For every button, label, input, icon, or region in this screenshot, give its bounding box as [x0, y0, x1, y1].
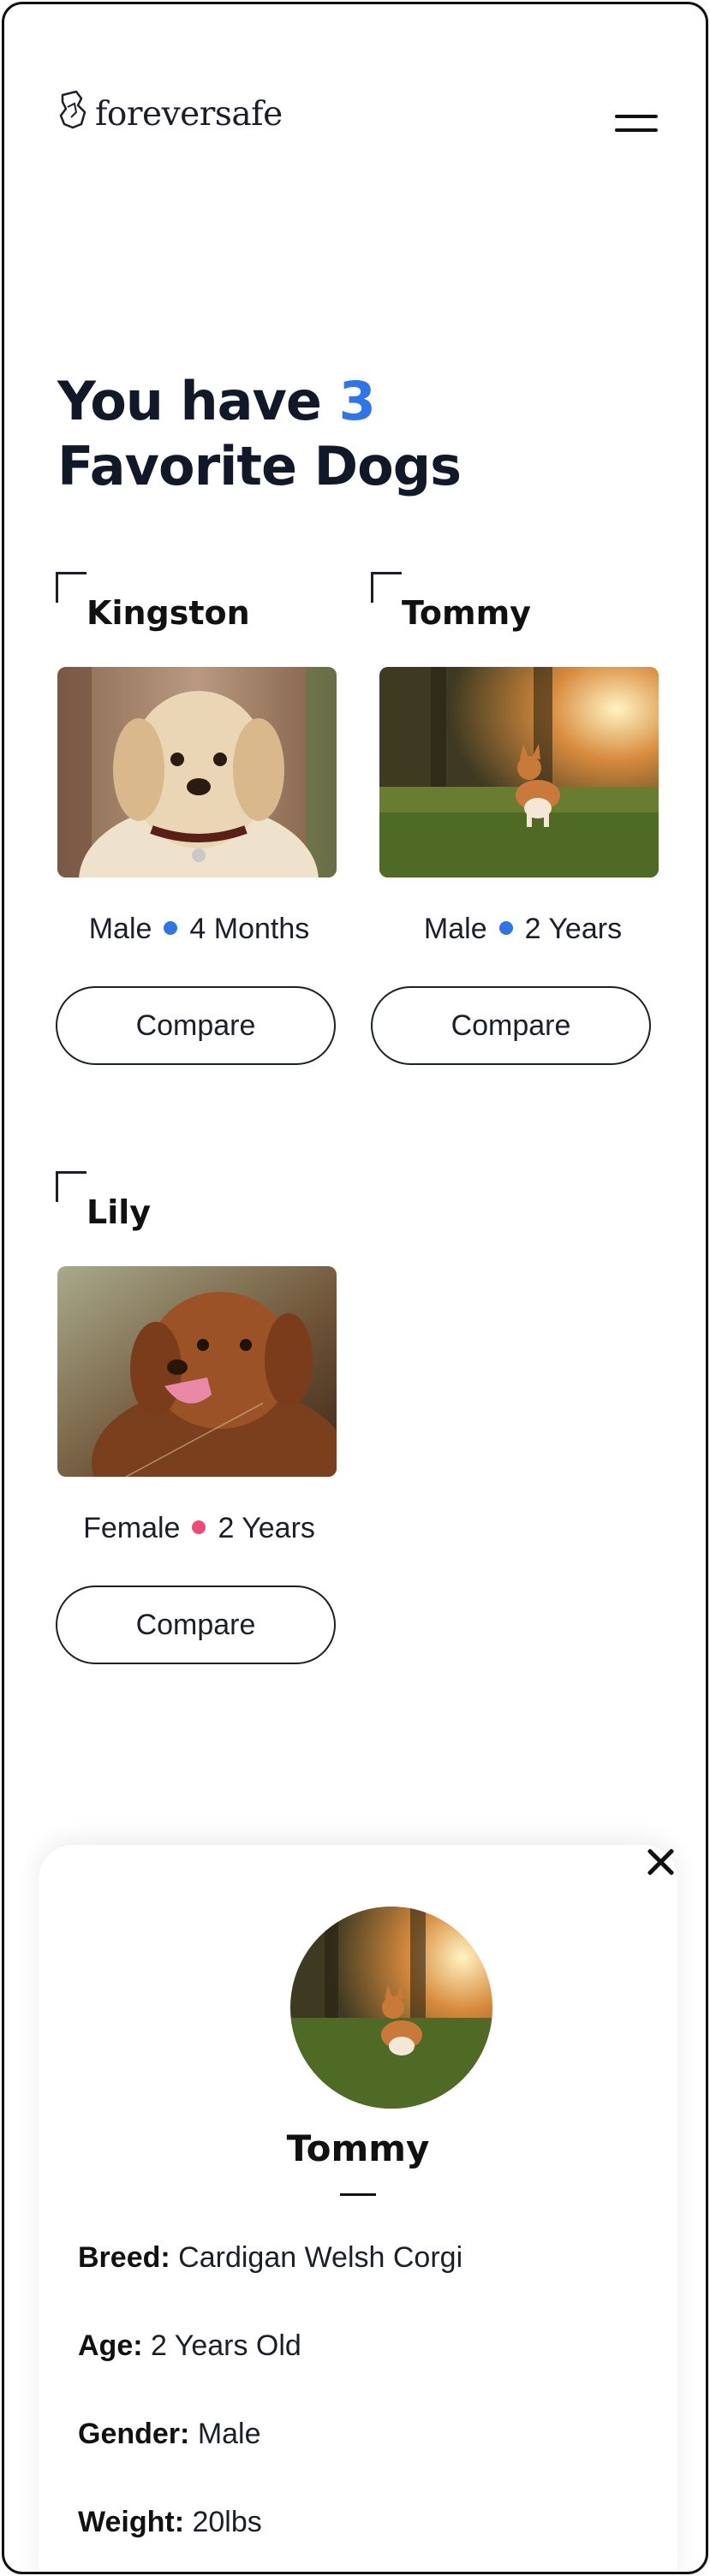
dog-card-lily: Lily Female 2 Years Compare [56, 1171, 343, 1668]
compare-button[interactable]: Compare [56, 986, 336, 1065]
dog-meta: Female 2 Years [56, 1512, 343, 1545]
dog-detail-sheet: Tommy Breed: Cardigan Welsh Corgi Age: 2… [39, 1845, 677, 2572]
compare-button[interactable]: Compare [371, 986, 651, 1065]
phone-frame: foreversafe You have 3 Favorite Dogs Kin… [2, 2, 708, 2574]
detail-label: Gender: [78, 2418, 190, 2450]
card-corner-decoration [56, 572, 87, 603]
dog-photo-lily[interactable] [57, 1266, 337, 1477]
favorites-count: 3 [338, 370, 376, 432]
detail-label: Weight: [78, 2506, 185, 2538]
dog-age: 2 Years [218, 1512, 315, 1544]
divider [340, 2193, 376, 2196]
page-title: You have 3 Favorite Dogs [57, 369, 462, 499]
card-corner-decoration [56, 1171, 87, 1202]
dog-gender: Male [423, 913, 487, 945]
detail-row-weight: Weight: 20lbs [78, 2506, 262, 2539]
detail-row-age: Age: 2 Years Old [78, 2329, 301, 2363]
dog-photo-kingston[interactable] [57, 667, 337, 878]
compare-button[interactable]: Compare [56, 1585, 336, 1664]
dog-name: Tommy [402, 594, 531, 632]
dog-meta: Male 2 Years [379, 913, 666, 946]
detail-value: 20lbs [192, 2506, 262, 2538]
gender-dot-icon [164, 921, 178, 936]
hamburger-menu-icon[interactable] [615, 112, 658, 138]
detail-dog-name: Tommy [286, 2127, 430, 2169]
dog-name: Lily [87, 1193, 152, 1231]
dog-gender: Female [83, 1512, 181, 1544]
dog-photo-tommy[interactable] [379, 667, 659, 878]
dog-card-kingston: Kingston Male 4 Months Compare [56, 572, 343, 1068]
foreversafe-logo-icon [59, 90, 87, 129]
title-suffix: Favorite Dogs [57, 435, 462, 497]
detail-label: Age: [78, 2329, 143, 2362]
detail-value: Male [197, 2418, 261, 2450]
card-corner-decoration [371, 572, 402, 603]
close-icon[interactable] [641, 1843, 679, 1881]
detail-value: Cardigan Welsh Corgi [178, 2241, 463, 2274]
detail-row-breed: Breed: Cardigan Welsh Corgi [78, 2241, 462, 2275]
site-header: foreversafe [4, 4, 706, 176]
dog-gender: Male [88, 913, 152, 945]
dog-card-tommy: Tommy Male 2 Years Compare [371, 572, 659, 1068]
detail-value: 2 Years Old [151, 2329, 301, 2362]
detail-row-gender: Gender: Male [78, 2418, 261, 2451]
dog-age: 2 Years [524, 913, 623, 945]
dog-meta: Male 4 Months [56, 913, 343, 946]
title-prefix: You have [57, 370, 322, 432]
dog-age: 4 Months [189, 913, 310, 945]
dog-name: Kingston [87, 594, 250, 632]
gender-dot-icon [498, 921, 513, 936]
detail-label: Breed: [78, 2241, 170, 2274]
gender-dot-icon [192, 1520, 206, 1535]
detail-avatar [290, 1907, 492, 2109]
logo-text: foreversafe [95, 94, 283, 134]
logo[interactable]: foreversafe [56, 90, 283, 138]
